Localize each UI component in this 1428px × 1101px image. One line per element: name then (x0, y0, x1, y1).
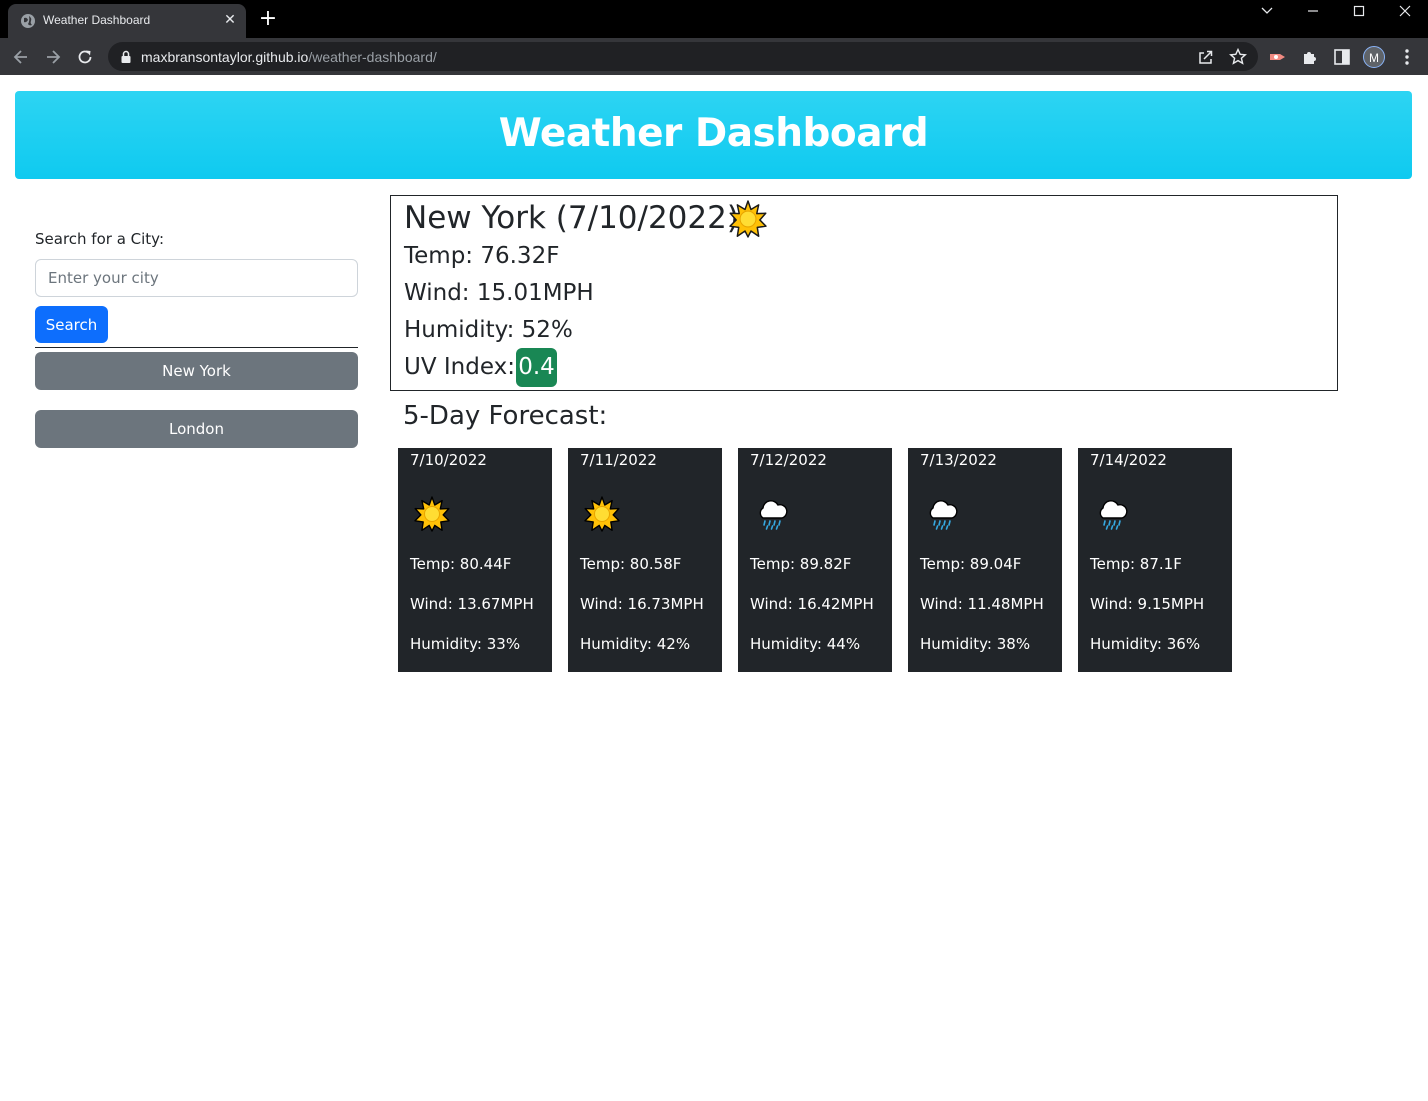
tab-search-chevron-icon[interactable] (1244, 0, 1290, 22)
city-search-input[interactable] (35, 259, 358, 297)
current-humidity: Humidity: 52% (404, 317, 573, 343)
forecast-card: 7/11/2022 Temp: 80.58F Wind: 16.73MPH Humid… (568, 448, 722, 672)
tab-close-icon[interactable]: ✕ (222, 12, 238, 28)
current-temp: Temp: 76.32F (404, 243, 560, 269)
forecast-date: 7/11/2022 (580, 451, 657, 469)
lock-icon[interactable] (120, 50, 132, 64)
forecast-wind: Wind: 13.67MPH (410, 595, 534, 613)
forecast-temp: Temp: 80.44F (410, 555, 512, 573)
globe-icon (21, 14, 35, 28)
extensions-puzzle-icon[interactable] (1300, 47, 1320, 67)
forecast-wind: Wind: 16.73MPH (580, 595, 704, 613)
forecast-wind: Wind: 11.48MPH (920, 595, 1044, 613)
forecast-date: 7/13/2022 (920, 451, 997, 469)
forecast-card: 7/13/2022 Temp: 89.04F Wind: 11.48MPH Humid… (908, 448, 1062, 672)
forecast-humidity: Humidity: 44% (750, 635, 861, 653)
sun-icon (414, 496, 450, 532)
maximize-button[interactable] (1336, 0, 1382, 22)
minimize-button[interactable] (1290, 0, 1336, 22)
forecast-humidity: Humidity: 38% (920, 635, 1031, 653)
url-text: maxbransontaylor.github.io/weather-dashb… (141, 49, 437, 65)
forecast-date: 7/14/2022 (1090, 451, 1167, 469)
rain-cloud-icon (754, 496, 790, 532)
forecast-card: 7/12/2022 Temp: 89.82F Wind: 16.42MPH Humid… (738, 448, 892, 672)
browser-tab-strip: Weather Dashboard ✕ + (0, 0, 1428, 38)
kebab-menu-icon[interactable] (1397, 47, 1417, 67)
url-host: maxbransontaylor.github.io (141, 49, 309, 65)
bookmark-star-icon[interactable] (1228, 47, 1248, 67)
url-path: /weather-dashboard/ (308, 49, 437, 65)
sun-icon (729, 200, 767, 238)
profile-avatar[interactable]: M (1363, 46, 1385, 68)
forecast-wind: Wind: 9.15MPH (1090, 595, 1205, 613)
forecast-humidity: Humidity: 42% (580, 635, 691, 653)
uv-index-badge: 0.4 (516, 348, 557, 387)
extension-record-icon[interactable] (1268, 47, 1288, 67)
current-uv-label: UV Index: (404, 354, 515, 380)
forecast-temp: Temp: 89.82F (750, 555, 852, 573)
page-header: Weather Dashboard (15, 91, 1412, 179)
forecast-date: 7/10/2022 (410, 451, 487, 469)
forecast-humidity: Humidity: 36% (1090, 635, 1201, 653)
search-label: Search for a City: (35, 230, 165, 248)
current-city-heading: New York (7/10/2022) (404, 200, 739, 236)
tab-title: Weather Dashboard (43, 13, 151, 27)
history-city-button[interactable]: New York (35, 352, 358, 390)
current-wind: Wind: 15.01MPH (404, 280, 594, 306)
current-weather-panel: New York (7/10/2022) Temp: 76.32F Wind: … (390, 195, 1338, 391)
forecast-wind: Wind: 16.42MPH (750, 595, 874, 613)
reload-icon[interactable] (75, 47, 95, 67)
forecast-humidity: Humidity: 33% (410, 635, 521, 653)
back-arrow-icon[interactable] (11, 47, 31, 67)
close-window-button[interactable] (1382, 0, 1428, 22)
page-title: Weather Dashboard (498, 111, 929, 156)
history-city-button[interactable]: London (35, 410, 358, 448)
browser-toolbar: maxbransontaylor.github.io/weather-dashb… (0, 38, 1428, 75)
forecast-card: 7/10/2022 Temp: 80.44F Wind: 13.67MPH Humid… (398, 448, 552, 672)
share-icon[interactable] (1196, 47, 1216, 67)
browser-tab[interactable]: Weather Dashboard ✕ (8, 4, 246, 38)
search-divider (35, 347, 358, 348)
forecast-card: 7/14/2022 Temp: 87.1F Wind: 9.15MPH Humidit… (1078, 448, 1232, 672)
address-bar[interactable]: maxbransontaylor.github.io/weather-dashb… (108, 42, 1258, 71)
forecast-temp: Temp: 87.1F (1090, 555, 1182, 573)
new-tab-button[interactable]: + (258, 8, 278, 30)
side-panel-icon[interactable] (1332, 47, 1352, 67)
sun-icon (584, 496, 620, 532)
forecast-title: 5-Day Forecast: (403, 401, 608, 431)
forecast-date: 7/12/2022 (750, 451, 827, 469)
search-button[interactable]: Search (35, 306, 108, 343)
forecast-temp: Temp: 80.58F (580, 555, 682, 573)
rain-cloud-icon (924, 496, 960, 532)
rain-cloud-icon (1094, 496, 1130, 532)
forward-arrow-icon[interactable] (43, 47, 63, 67)
forecast-temp: Temp: 89.04F (920, 555, 1022, 573)
